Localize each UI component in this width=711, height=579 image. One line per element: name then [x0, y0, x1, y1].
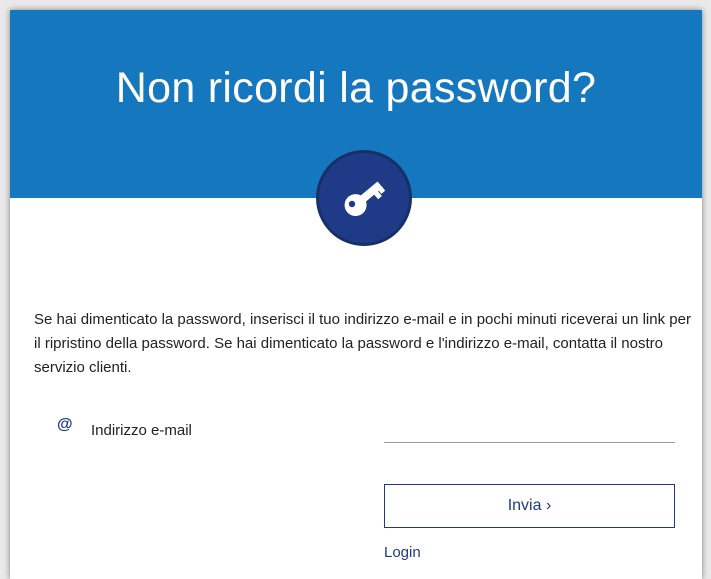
intro-text: Se hai dimenticato la password, inserisc…: [34, 311, 691, 376]
key-icon: [344, 181, 386, 217]
key-badge: [316, 150, 412, 246]
password-reset-card: Non ricordi la password? Se hai dimentic…: [10, 10, 702, 579]
page-title: Non ricordi la password?: [115, 64, 597, 112]
email-input[interactable]: [384, 418, 675, 443]
submit-button[interactable]: Invia ›: [384, 484, 675, 528]
at-sign-icon: @: [57, 416, 73, 433]
login-link[interactable]: Login: [384, 544, 421, 561]
email-label: Indirizzo e-mail: [91, 422, 192, 439]
